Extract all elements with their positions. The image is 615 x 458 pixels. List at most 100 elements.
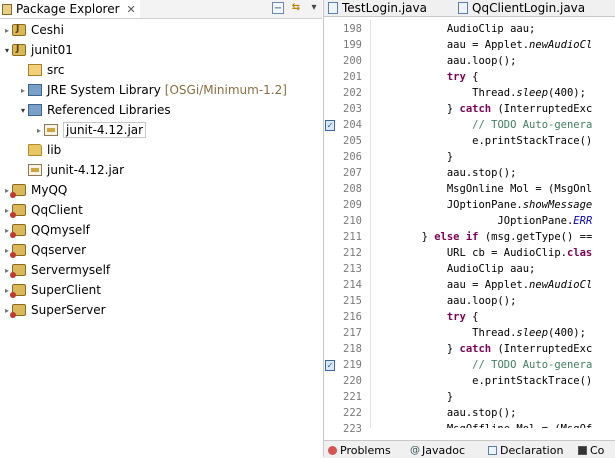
problems-icon [328, 446, 337, 455]
view-menu-icon[interactable]: ▾ [308, 2, 320, 14]
console-icon [578, 446, 587, 455]
code-line: URL cb = AudioClip.clas [371, 247, 593, 259]
tree-item-label: lib [47, 143, 62, 157]
line-number: 200 [343, 55, 362, 67]
line-number: 203 [343, 103, 362, 115]
code-line: } catch (InterruptedExc [371, 103, 593, 115]
line-number: 211 [343, 231, 362, 243]
code-line: aau.stop(); [371, 407, 517, 419]
line-number: 208 [343, 183, 362, 195]
code-line: MsgOnline Mol = (MsgOnl [371, 183, 593, 195]
tree-item[interactable]: ▸ QqClient [0, 200, 83, 220]
tree-item-label: src [47, 63, 65, 77]
package-root-icon [28, 64, 42, 76]
tree-item[interactable]: ▸ Qqserver [0, 240, 86, 260]
code-line: aau.loop(); [371, 55, 517, 67]
code-line: AudioClip aau; [371, 23, 536, 35]
code-line: } catch (InterruptedExc [371, 343, 593, 355]
code-line: try { [446, 311, 479, 323]
code-line: // TODO Auto-genera [472, 359, 593, 371]
code-line: aau.stop(); [371, 167, 517, 179]
code-line: aau = Applet.newAudioCl [371, 279, 593, 291]
chevron-down-icon[interactable]: ▾ [2, 46, 12, 55]
folder-icon [28, 144, 42, 156]
line-number: 213 [343, 263, 362, 275]
link-with-editor-icon[interactable]: ⇆ [290, 2, 302, 14]
close-icon[interactable]: ✕ [127, 3, 136, 16]
line-number: 214 [343, 279, 362, 291]
project-error-icon [10, 184, 26, 198]
tab-label: Javadoc [422, 444, 465, 457]
tree-item-label: junit01 [31, 43, 73, 57]
tree-item[interactable]: junit-4.12.jar [0, 160, 124, 180]
code-line: // TODO Auto-genera [472, 119, 593, 131]
project-error-icon [10, 204, 26, 218]
tree-item-label: Referenced Libraries [47, 103, 171, 117]
chevron-right-icon[interactable]: ▸ [34, 126, 44, 135]
line-number: 210 [343, 215, 362, 227]
tab-label: Co [590, 444, 605, 457]
tree-item-label: QQmyself [31, 223, 90, 237]
tree-item[interactable]: ▾ Referenced Libraries [0, 100, 171, 120]
line-number: 205 [343, 135, 362, 147]
tree-item[interactable]: ▾ junit01 [0, 40, 73, 60]
tree-item[interactable]: ▸ Servermyself [0, 260, 110, 280]
line-number: 209 [343, 199, 362, 211]
tree-item[interactable]: ▸ Ceshi [0, 20, 64, 40]
editor-tab-testlogin[interactable]: TestLogin.java [328, 0, 427, 16]
tree-item-label: JRE System Library [47, 83, 161, 97]
java-file-icon [328, 2, 338, 14]
code-line: Thread.sleep(400); [371, 87, 586, 99]
editor-tab-qqclientlogin[interactable]: QqClientLogin.java [458, 0, 585, 16]
at-sign-icon: @ [410, 445, 420, 456]
chevron-right-icon[interactable]: ▸ [2, 26, 12, 35]
code-line: Thread.sleep(400); [371, 327, 586, 339]
code-line: } else if (msg.getType() == [371, 231, 593, 243]
line-number: 218 [343, 343, 362, 355]
library-icon [28, 84, 42, 96]
line-number: 199 [343, 39, 362, 51]
project-error-icon [10, 224, 26, 238]
package-explorer-tabbar: Package Explorer ✕ − ⇆ ▾ [0, 0, 322, 19]
tab-console[interactable]: Co [578, 443, 604, 458]
tree-item[interactable]: ▸ SuperClient [0, 280, 101, 300]
jar-icon [28, 164, 42, 176]
task-marker-icon[interactable]: ✓ [325, 120, 335, 131]
tab-label: Problems [340, 444, 391, 457]
code-line: aau.loop(); [371, 295, 517, 307]
tab-label: Declaration [500, 444, 564, 457]
line-number: 223 [343, 423, 362, 435]
code-line: JOptionPane.showMessage [371, 199, 593, 211]
tree-item-label: junit-4.12.jar [47, 163, 125, 177]
tree-item[interactable]: ▸ JRE System Library [OSGi/Minimum-1.2] [0, 80, 287, 100]
java-file-icon [458, 2, 468, 14]
jar-icon [44, 124, 58, 136]
code-area[interactable]: AudioClip aau; aau = Applet.newAudioCl a… [371, 20, 615, 428]
task-marker-icon[interactable]: ✓ [325, 360, 335, 371]
chevron-down-icon[interactable]: ▾ [18, 106, 28, 115]
line-number-gutter: 198 199 200 201 202 203 204 ✓ 205 206 207 208 209 210… [324, 20, 371, 451]
chevron-right-icon[interactable]: ▸ [18, 86, 28, 95]
code-line: } [371, 391, 454, 403]
tree-item[interactable]: ▸ MyQQ [0, 180, 67, 200]
line-number: 216 [343, 311, 362, 323]
library-icon [28, 104, 42, 116]
package-explorer-tab[interactable]: Package Explorer ✕ [0, 0, 140, 18]
tab-declaration[interactable]: Declaration [488, 443, 563, 458]
tab-javadoc[interactable]: @ Javadoc [410, 443, 465, 458]
line-number: 201 [343, 71, 362, 83]
collapse-all-icon[interactable]: − [272, 2, 284, 14]
line-number: 207 [343, 167, 362, 179]
project-error-icon [10, 244, 26, 258]
tree-item[interactable]: src [0, 60, 65, 80]
tree-item-label: Qqserver [31, 243, 87, 257]
tree-item-label: junit-4.12.jar [63, 122, 147, 138]
package-explorer-title: Package Explorer [16, 2, 120, 16]
tree-item[interactable]: lib [0, 140, 61, 160]
code-line: MsgOffline Mol = (MsgOf [371, 422, 592, 428]
tree-item[interactable]: ▸ QQmyself [0, 220, 90, 240]
tree-item[interactable]: ▸ junit-4.12.jar [0, 120, 147, 140]
tab-problems[interactable]: Problems [328, 443, 391, 458]
java-editor: TestLogin.java QqClientLogin.java 198 199… [323, 0, 615, 458]
tree-item[interactable]: ▸ SuperServer [0, 300, 106, 320]
